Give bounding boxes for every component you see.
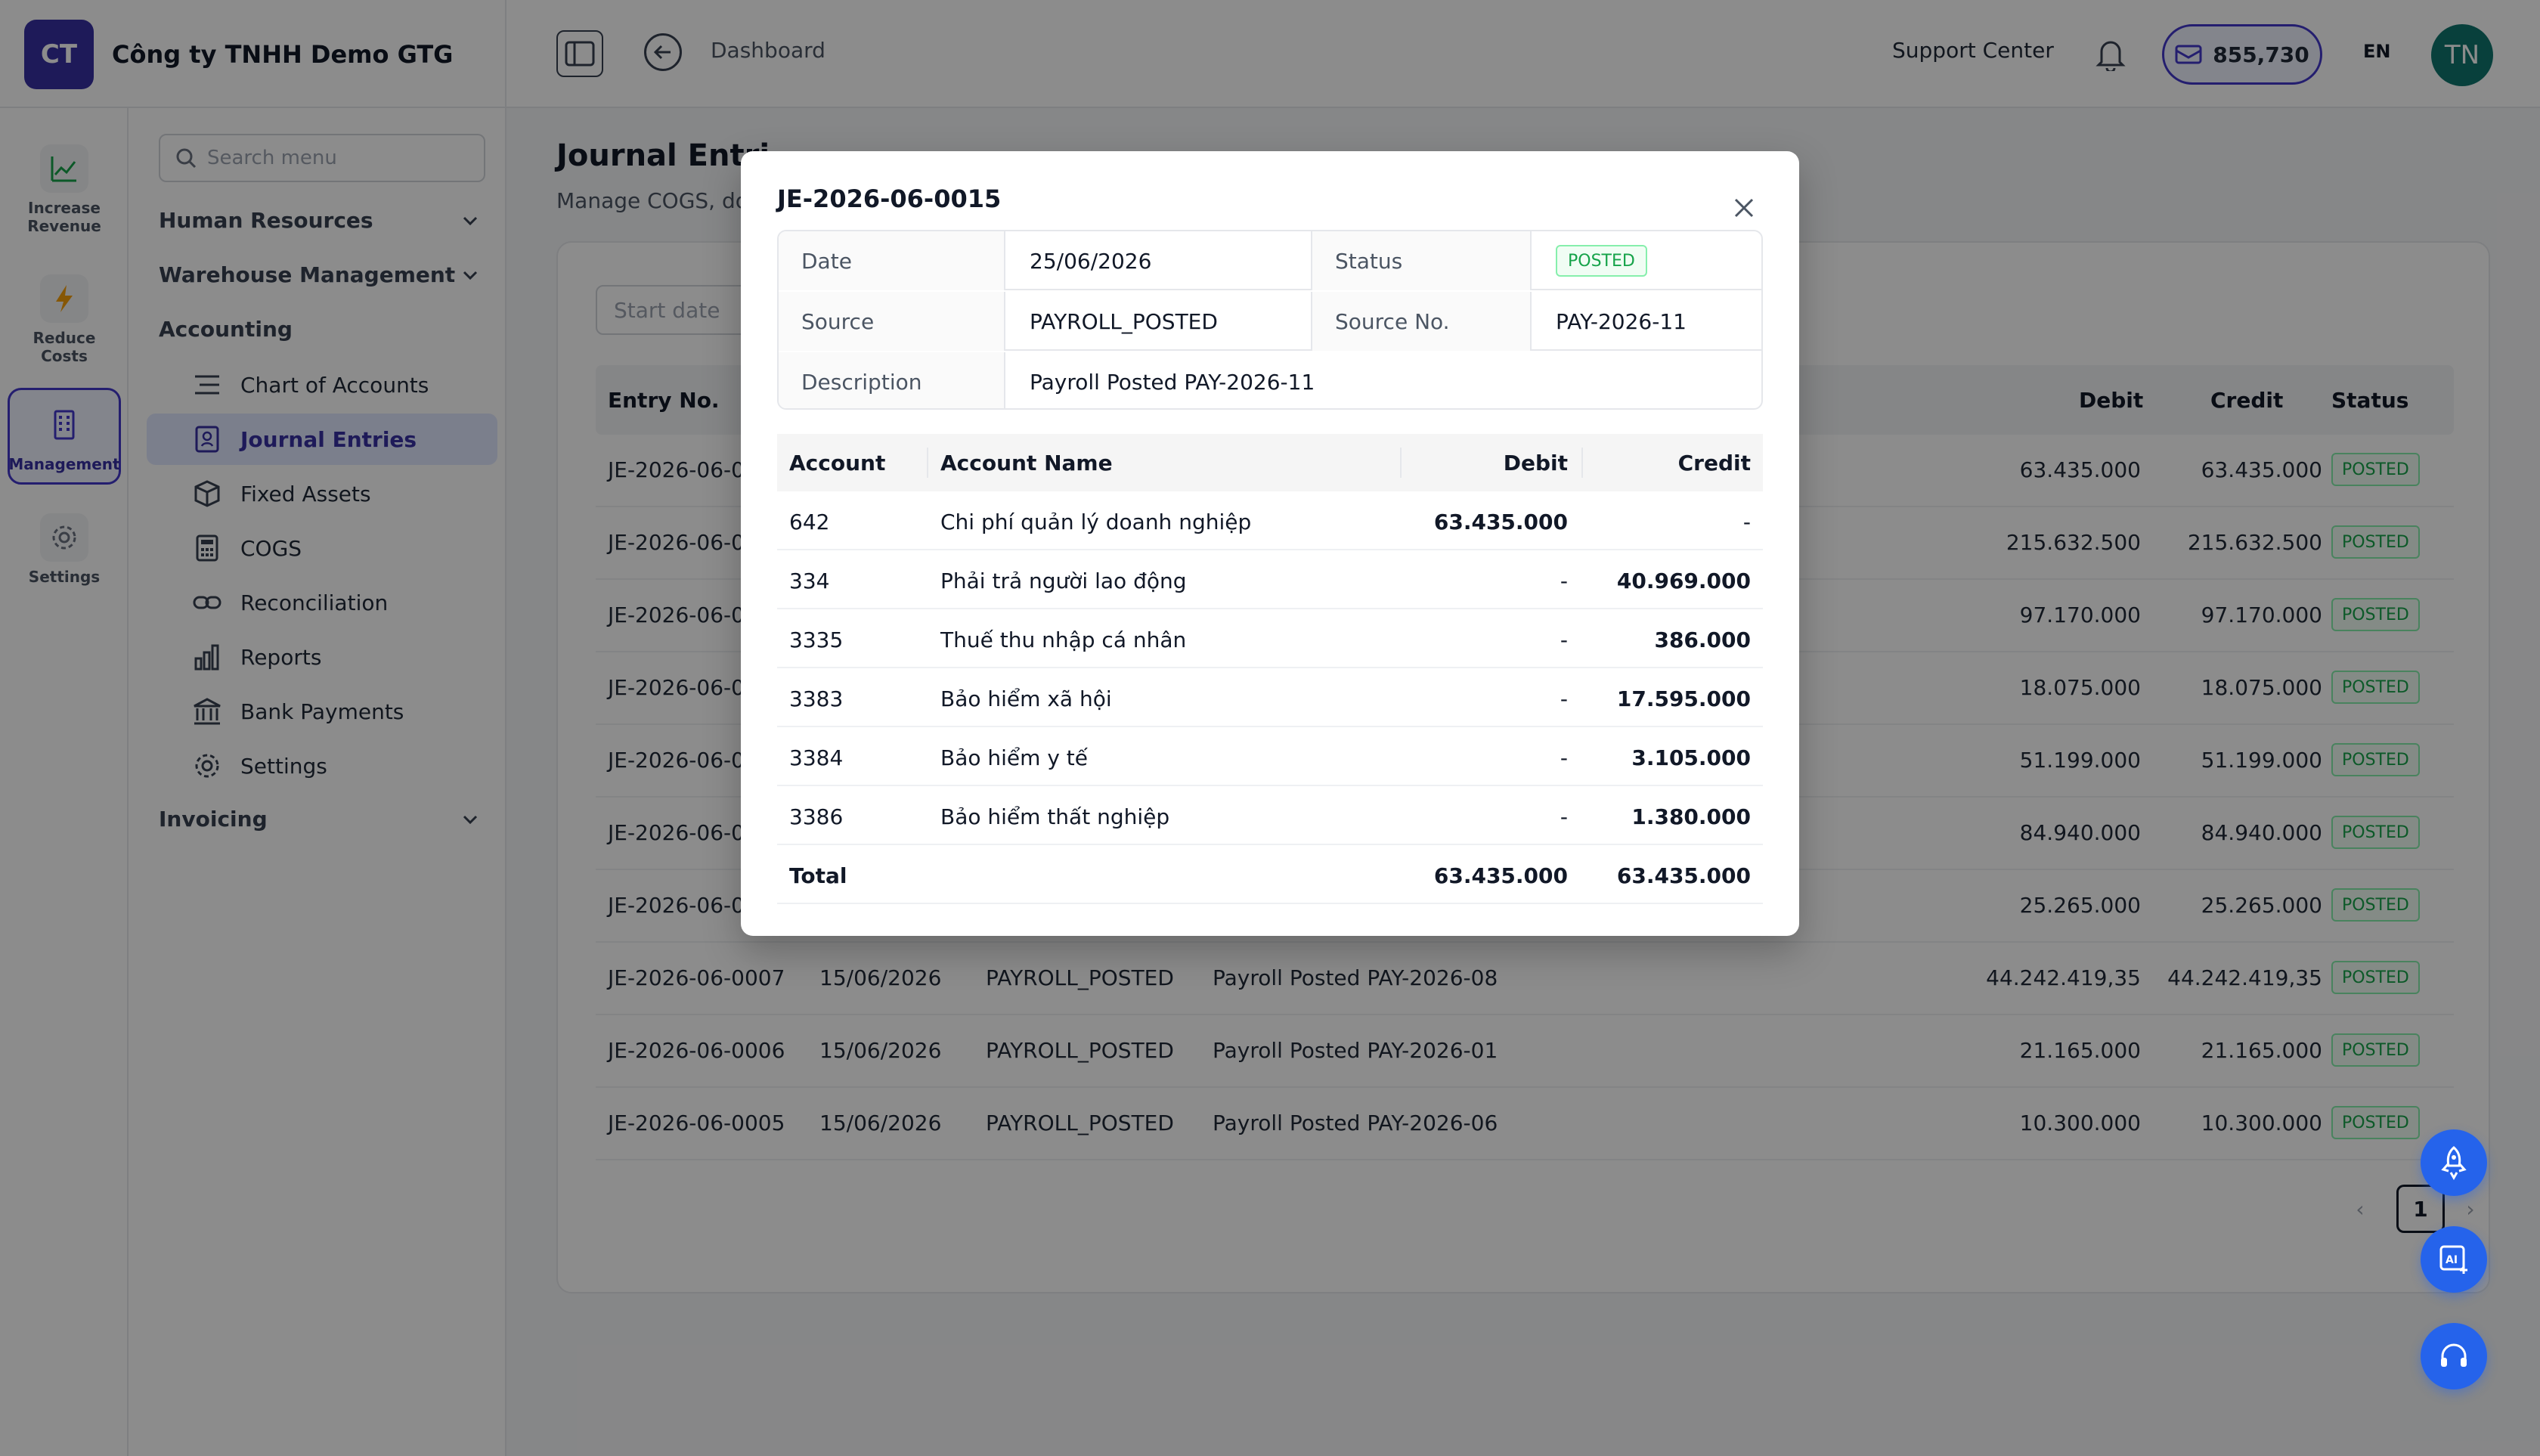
debit-cell: - — [1560, 627, 1568, 652]
ai-icon: AI — [2439, 1245, 2467, 1274]
col-debit: Debit — [1503, 451, 1568, 476]
entry-info-table: Date 25/06/2026 Status POSTED Source PAY… — [777, 230, 1763, 410]
ai-assistant-button[interactable]: AI — [2421, 1226, 2487, 1293]
journal-line-row: 3384 Bảo hiểm y tế - 3.105.000 — [777, 727, 1763, 786]
debit-cell: - — [1560, 804, 1568, 829]
journal-line-row: 334 Phải trả người lao động - 40.969.000 — [777, 550, 1763, 609]
launch-button[interactable] — [2421, 1129, 2487, 1196]
total-debit: 63.435.000 — [1433, 863, 1568, 888]
journal-line-row: 642 Chi phí quản lý doanh nghiệp 63.435.00… — [777, 491, 1763, 550]
account-cell: 642 — [789, 510, 830, 534]
credit-cell: - — [1742, 510, 1751, 534]
debit-cell: - — [1560, 686, 1568, 711]
rocket-icon — [2441, 1146, 2467, 1180]
col-account-name: Account Name — [940, 451, 1113, 476]
app-root: CT Công ty TNHH Demo GTG Dashboard Suppo… — [0, 0, 2540, 1456]
journal-line-row: 3383 Bảo hiểm xã hội - 17.595.000 — [777, 668, 1763, 727]
account-name-cell: Bảo hiểm y tế — [940, 745, 1089, 770]
info-row-description: Description Payroll Posted PAY-2026-11 — [779, 352, 1761, 408]
source-value: PAYROLL_POSTED — [1005, 292, 1312, 351]
total-row: Total 63.435.000 63.435.000 — [777, 845, 1763, 904]
account-cell: 3384 — [789, 745, 844, 770]
status-cell: POSTED — [1532, 231, 1761, 290]
credit-cell: 1.380.000 — [1631, 804, 1751, 829]
lines-header: Account Account Name Debit Credit — [777, 434, 1763, 491]
account-cell: 3383 — [789, 686, 844, 711]
col-divider — [927, 448, 928, 478]
source-no-label: Source No. — [1312, 292, 1532, 351]
account-cell: 3335 — [789, 627, 844, 652]
support-chat-button[interactable] — [2421, 1323, 2487, 1389]
journal-line-row: 3335 Thuế thu nhập cá nhân - 386.000 — [777, 609, 1763, 668]
total-label: Total — [789, 863, 847, 888]
close-button[interactable] — [1725, 189, 1763, 227]
close-icon — [1734, 198, 1754, 218]
col-account: Account — [789, 451, 886, 476]
account-name-cell: Thuế thu nhập cá nhân — [940, 627, 1187, 652]
svg-text:AI: AI — [2446, 1254, 2458, 1266]
credit-cell: 17.595.000 — [1616, 686, 1751, 711]
status-badge: POSTED — [1556, 245, 1647, 277]
source-label: Source — [779, 292, 1005, 351]
account-name-cell: Chi phí quản lý doanh nghiệp — [940, 510, 1252, 534]
info-row-date: Date 25/06/2026 Status POSTED — [779, 231, 1761, 290]
debit-cell: 63.435.000 — [1433, 510, 1568, 534]
date-label: Date — [779, 231, 1005, 290]
description-label: Description — [779, 352, 1005, 408]
credit-cell: 40.969.000 — [1616, 568, 1751, 593]
account-cell: 334 — [789, 568, 830, 593]
account-cell: 3386 — [789, 804, 844, 829]
total-credit: 63.435.000 — [1616, 863, 1751, 888]
info-row-source: Source PAYROLL_POSTED Source No. PAY-202… — [779, 292, 1761, 351]
date-value: 25/06/2026 — [1005, 231, 1312, 290]
source-no-value: PAY-2026-11 — [1556, 308, 1687, 334]
headset-icon — [2441, 1343, 2467, 1367]
description-value: Payroll Posted PAY-2026-11 — [1030, 369, 1315, 395]
credit-cell: 386.000 — [1654, 627, 1751, 652]
modal-title: JE-2026-06-0015 — [777, 184, 1002, 213]
journal-entry-modal: JE-2026-06-0015 Date 25/06/2026 Status P… — [741, 151, 1799, 936]
account-name-cell: Bảo hiểm xã hội — [940, 686, 1112, 711]
journal-line-row: 3386 Bảo hiểm thất nghiệp - 1.380.000 — [777, 786, 1763, 845]
col-credit: Credit — [1677, 451, 1751, 476]
credit-cell: 3.105.000 — [1631, 745, 1751, 770]
account-name-cell: Bảo hiểm thất nghiệp — [940, 804, 1170, 829]
debit-cell: - — [1560, 568, 1568, 593]
account-name-cell: Phải trả người lao động — [940, 568, 1187, 593]
col-divider — [1581, 448, 1583, 478]
status-label: Status — [1312, 231, 1532, 290]
debit-cell: - — [1560, 745, 1568, 770]
col-divider — [1400, 448, 1402, 478]
